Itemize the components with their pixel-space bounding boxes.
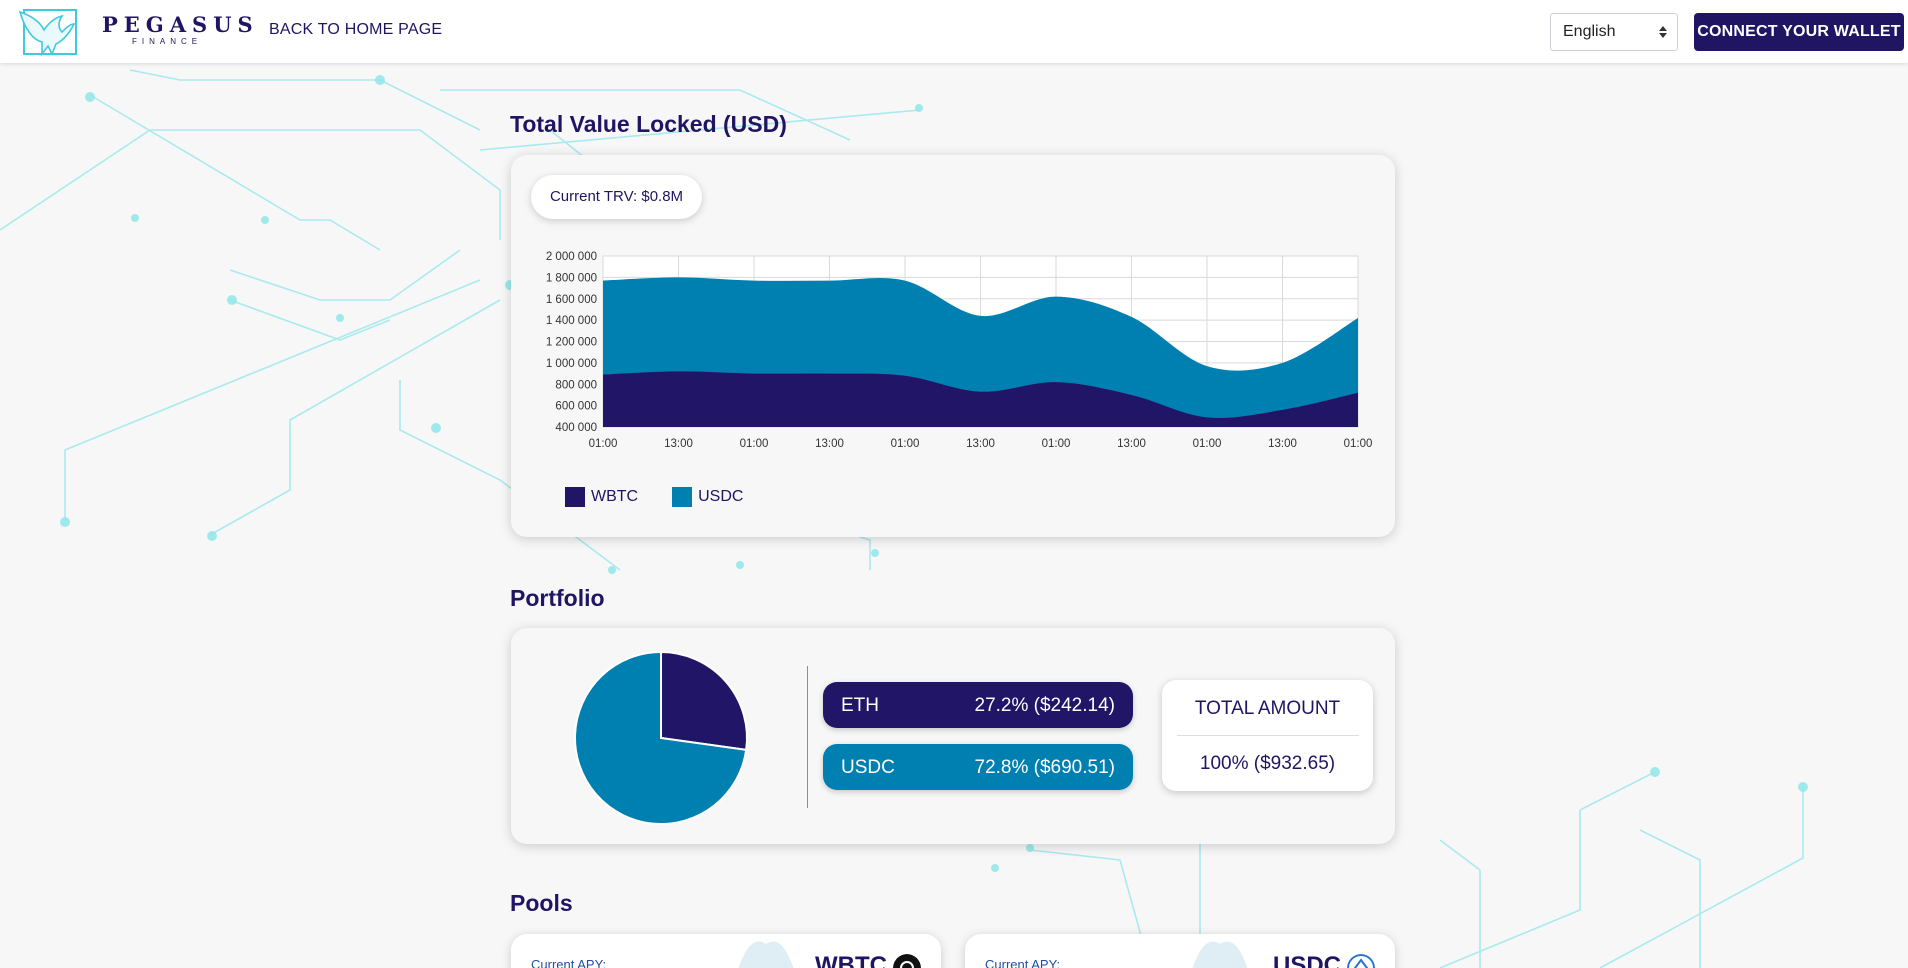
legend-label-usdc: USDC: [698, 488, 744, 505]
pool-wave-decoration: [738, 941, 794, 968]
wbtc-coin-icon: [893, 954, 921, 968]
x-tick-label: 13:00: [966, 438, 995, 450]
top-navbar: PEGASUS FINANCE BACK TO HOME PAGE Englis…: [0, 0, 1908, 63]
portfolio-section-title: Portfolio: [510, 585, 605, 611]
y-tick-label: 1 800 000: [546, 272, 597, 284]
y-tick-label: 1 200 000: [546, 337, 597, 349]
asset-value-usdc: 72.8% ($690.51): [974, 757, 1116, 778]
pools-section-title: Pools: [510, 890, 573, 916]
total-amount-label: TOTAL AMOUNT: [1194, 698, 1341, 719]
language-selected-value: English: [1563, 23, 1616, 40]
x-tick-label: 13:00: [1117, 438, 1146, 450]
x-tick-label: 01:00: [589, 438, 618, 450]
x-tick-label: 01:00: [891, 438, 920, 450]
pool-coin-name: WBTC: [815, 952, 887, 968]
pool-card-usdc[interactable]: Current APY: USDC: [965, 934, 1395, 968]
y-tick-label: 2 000 000: [546, 251, 597, 263]
total-amount-value: 100% ($932.65): [1199, 753, 1336, 774]
pie-slice-eth: [660, 650, 748, 751]
pool-apy-label: Current APY:: [531, 957, 607, 968]
tvl-legend: WBTC USDC: [565, 487, 743, 507]
y-tick-label: 400 000: [555, 422, 597, 434]
brand-wordmark[interactable]: PEGASUS FINANCE: [102, 12, 259, 47]
pegasus-logo-icon[interactable]: [18, 6, 80, 58]
legend-item-usdc[interactable]: USDC: [672, 487, 743, 507]
x-tick-label: 01:00: [1193, 438, 1222, 450]
usdc-coin-icon: [1347, 954, 1375, 968]
y-tick-label: 800 000: [555, 379, 597, 391]
y-tick-label: 1 000 000: [546, 358, 597, 370]
x-tick-label: 01:00: [1344, 438, 1373, 450]
portfolio-divider: [807, 666, 808, 808]
x-tick-label: 13:00: [815, 438, 844, 450]
legend-item-wbtc[interactable]: WBTC: [565, 487, 638, 507]
pool-apy-label: Current APY:: [985, 957, 1061, 968]
select-caret-icon: [1659, 26, 1667, 38]
legend-swatch-wbtc: [565, 487, 585, 507]
pool-card-wbtc[interactable]: Current APY: WBTC: [511, 934, 941, 968]
portfolio-pie-chart: [574, 650, 748, 825]
brand-name: PEGASUS: [102, 12, 259, 37]
y-tick-label: 600 000: [555, 401, 597, 413]
x-tick-label: 01:00: [740, 438, 769, 450]
asset-pill-usdc[interactable]: USDC 72.8% ($690.51): [823, 744, 1133, 790]
total-amount-box: TOTAL AMOUNT 100% ($932.65): [1162, 680, 1373, 791]
tvl-card: Current TRV: $0.8M 2 000 000 1 800 000 1 6…: [511, 155, 1395, 537]
back-to-home-link[interactable]: BACK TO HOME PAGE: [269, 21, 442, 39]
pool-coin-name: USDC: [1272, 952, 1341, 968]
asset-pill-eth[interactable]: ETH 27.2% ($242.14): [823, 682, 1133, 728]
x-tick-label: 13:00: [1268, 438, 1297, 450]
pool-wave-decoration: [1192, 941, 1248, 968]
portfolio-card: ETH 27.2% ($242.14) USDC 72.8% ($690.51)…: [511, 628, 1395, 844]
tvl-area-chart: 2 000 000 1 800 000 1 600 000 1 400 000 1 20…: [546, 251, 1373, 450]
language-select[interactable]: English: [1550, 13, 1678, 51]
connect-wallet-button[interactable]: CONNECT YOUR WALLET: [1694, 13, 1904, 51]
asset-name-eth: ETH: [841, 695, 879, 716]
y-tick-label: 1 600 000: [546, 294, 597, 306]
x-tick-label: 13:00: [664, 438, 693, 450]
asset-value-eth: 27.2% ($242.14): [974, 695, 1116, 716]
legend-swatch-usdc: [672, 487, 693, 507]
brand-subtitle: FINANCE: [132, 37, 203, 46]
x-tick-label: 01:00: [1042, 438, 1071, 450]
y-tick-label: 1 400 000: [546, 315, 597, 327]
total-amount-divider: [1176, 735, 1359, 736]
legend-label-wbtc: WBTC: [591, 488, 639, 505]
asset-name-usdc: USDC: [841, 757, 895, 778]
tvl-section-title: Total Value Locked (USD): [510, 111, 787, 137]
